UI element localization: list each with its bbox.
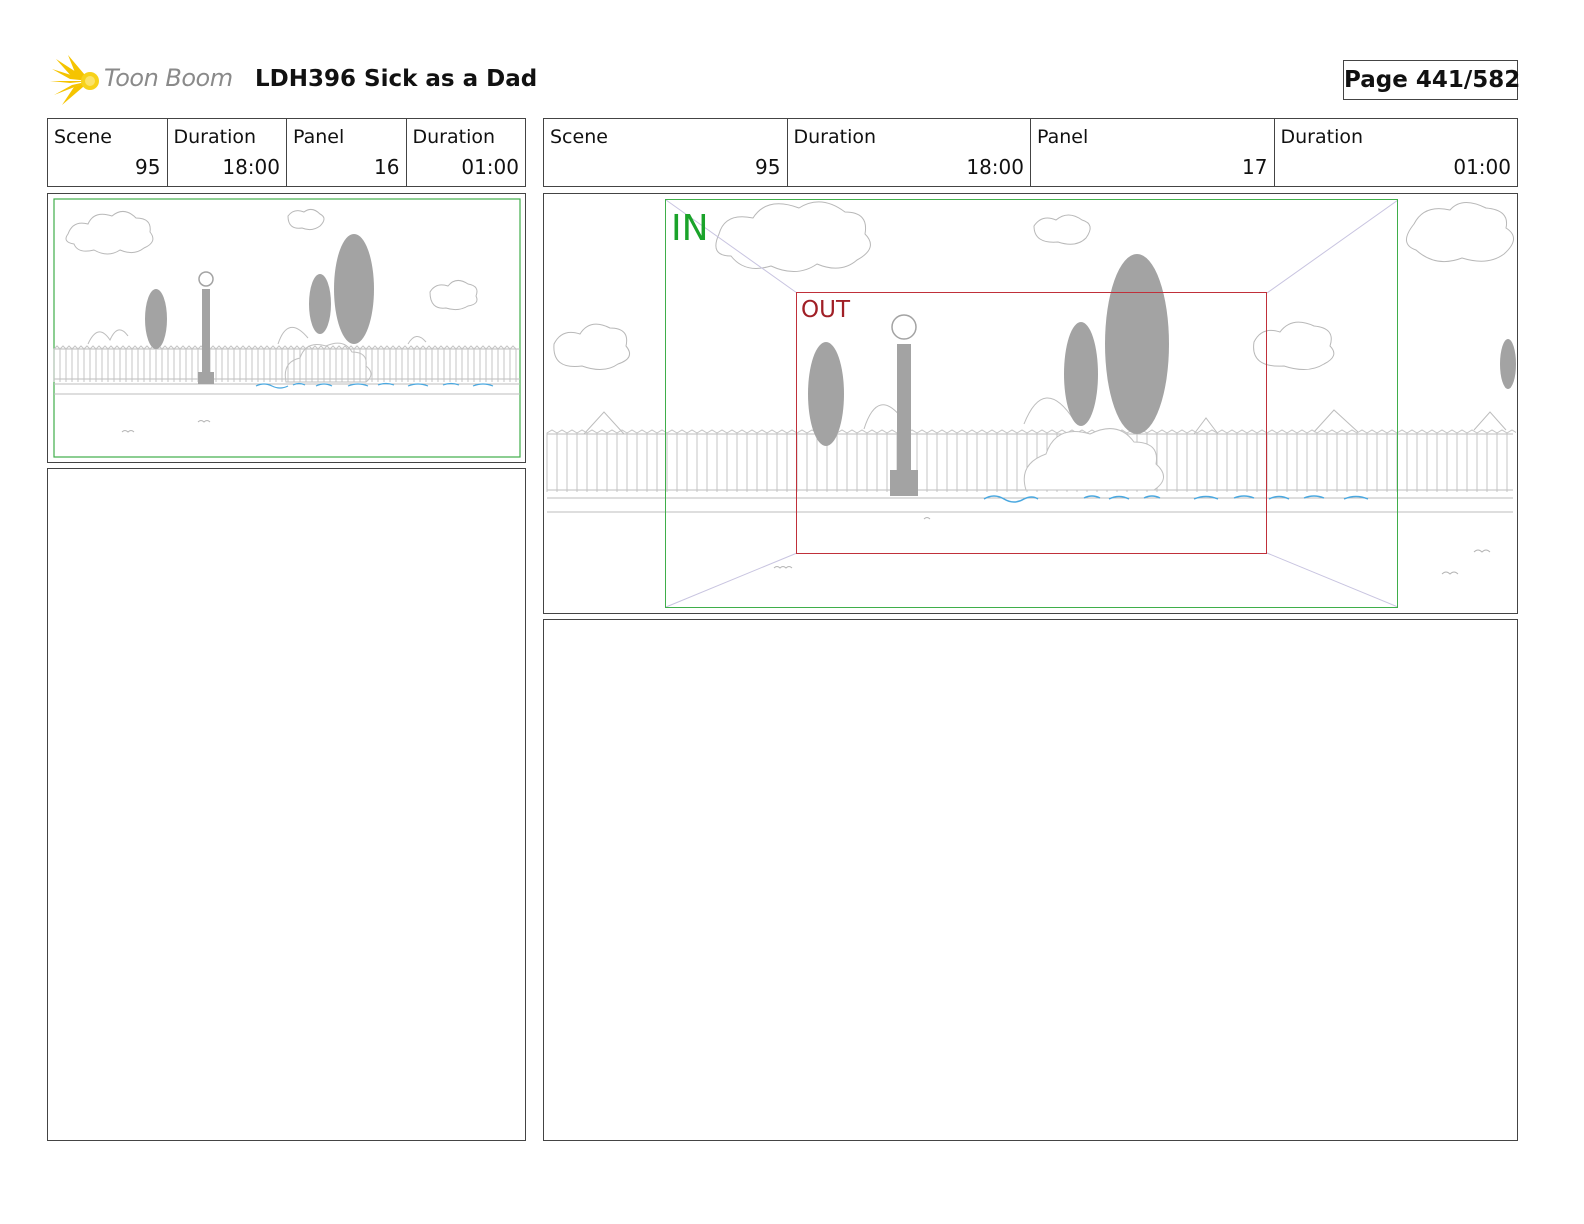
logo-text: Toon Boom bbox=[104, 64, 233, 92]
panel-label: Panel bbox=[1037, 126, 1089, 148]
panel-duration-cell: Duration 01:00 bbox=[1275, 119, 1518, 186]
panel-17-header: Scene 95 Duration 18:00 Panel 17 Duratio… bbox=[543, 118, 1518, 187]
scene-label: Scene bbox=[550, 126, 608, 148]
panel-label: Panel bbox=[293, 126, 345, 148]
frame-out-label: OUT bbox=[801, 297, 850, 323]
scene-cell: Scene 95 bbox=[544, 119, 788, 186]
camera-frame-out bbox=[796, 292, 1267, 554]
panel-value: 16 bbox=[374, 155, 400, 179]
panel-duration-value: 01:00 bbox=[1453, 155, 1511, 179]
starburst-icon bbox=[50, 55, 99, 105]
toon-boom-logo: Toon Boom bbox=[50, 55, 240, 107]
panel-duration-label: Duration bbox=[1280, 126, 1364, 148]
scene-label: Scene bbox=[54, 126, 112, 148]
duration-label: Duration bbox=[793, 126, 877, 148]
panel-cell: Panel 17 bbox=[1031, 119, 1275, 186]
duration-label: Duration bbox=[173, 126, 257, 148]
panel-duration-value: 01:00 bbox=[461, 155, 519, 179]
page-number: Page 441/582 bbox=[1343, 60, 1520, 100]
panel-cell: Panel 16 bbox=[287, 119, 407, 186]
panel-duration-label: Duration bbox=[412, 126, 496, 148]
duration-value: 18:00 bbox=[222, 155, 280, 179]
scene-value: 95 bbox=[135, 155, 161, 179]
duration-value: 18:00 bbox=[966, 155, 1024, 179]
document-title: LDH396 Sick as a Dad bbox=[255, 66, 538, 92]
panel-value: 17 bbox=[1242, 155, 1268, 179]
scene-duration-cell: Duration 18:00 bbox=[168, 119, 287, 186]
scene-cell: Scene 95 bbox=[48, 119, 168, 186]
scene-value: 95 bbox=[755, 155, 781, 179]
scene-duration-cell: Duration 18:00 bbox=[788, 119, 1031, 186]
panel-17-image: IN OUT bbox=[543, 193, 1518, 614]
panel-17-notes bbox=[543, 619, 1518, 1141]
frame-in-label: IN bbox=[671, 208, 709, 249]
panel-16-header: Scene 95 Duration 18:00 Panel 16 Duratio… bbox=[47, 118, 526, 187]
panel-duration-cell: Duration 01:00 bbox=[407, 119, 526, 186]
panel-16-image bbox=[47, 193, 526, 463]
panel-16-notes bbox=[47, 468, 526, 1141]
panel-16-sketch bbox=[53, 198, 521, 458]
